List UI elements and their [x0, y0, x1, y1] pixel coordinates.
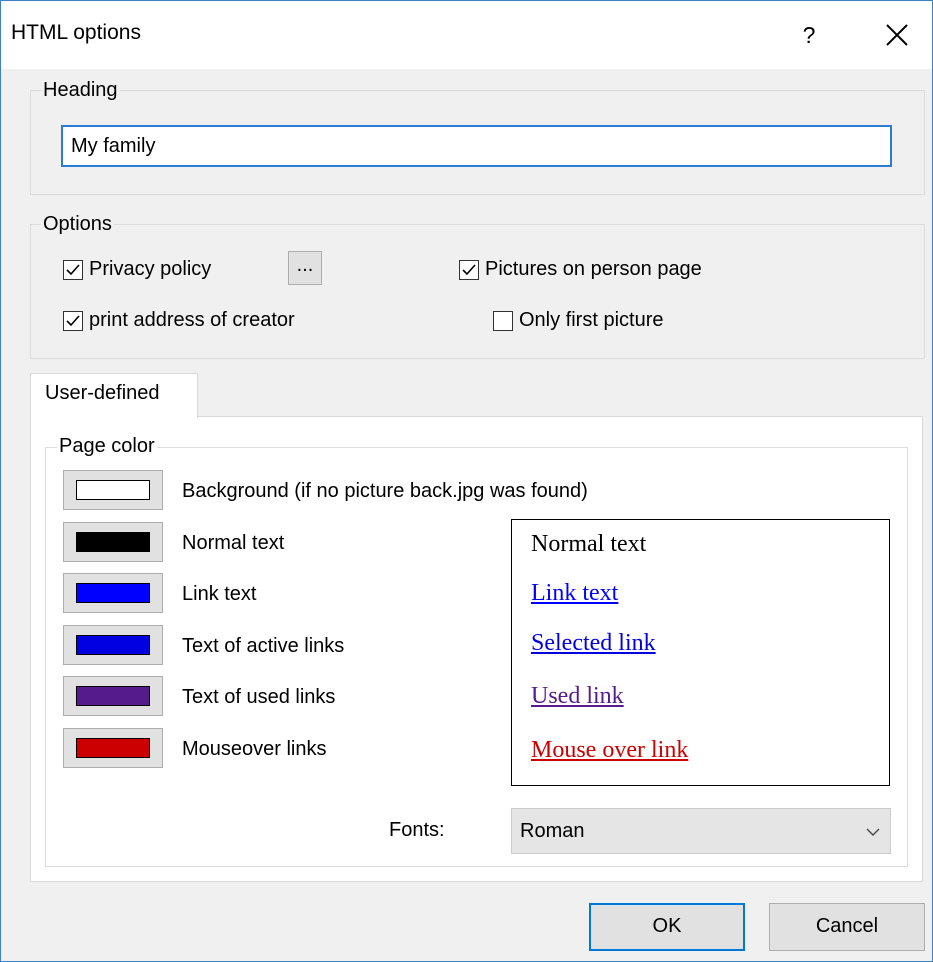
- mouseover-links-color-label: Mouseover links: [182, 738, 327, 760]
- active-links-color-button[interactable]: [63, 625, 163, 665]
- mouseover-links-color-button[interactable]: [63, 728, 163, 768]
- normal-text-color-button[interactable]: [63, 522, 163, 562]
- background-color-label: Background (if no picture back.jpg was f…: [182, 480, 588, 502]
- preview-mouseover-link: Mouse over link: [531, 737, 689, 763]
- preview-link-text: Link text: [531, 580, 619, 606]
- window-title: HTML options: [11, 21, 141, 44]
- checkbox-box: [63, 259, 83, 280]
- color-swatch: [76, 635, 150, 655]
- checkmark-icon: [66, 314, 80, 326]
- help-button[interactable]: ?: [794, 15, 824, 55]
- fonts-dropdown-value: Roman: [520, 820, 585, 842]
- background-color-button[interactable]: [63, 470, 163, 510]
- checkbox-box: [459, 259, 479, 280]
- title-bar: HTML options ?: [1, 1, 932, 69]
- privacy-policy-settings-button[interactable]: ...: [288, 251, 322, 285]
- fonts-dropdown[interactable]: Roman: [511, 808, 891, 854]
- preview-normal-text: Normal text: [531, 531, 647, 557]
- preview-selected-link: Selected link: [531, 630, 656, 656]
- print-address-checkbox[interactable]: print address of creator: [63, 309, 295, 332]
- chevron-down-icon: [866, 828, 880, 836]
- link-text-color-button[interactable]: [63, 573, 163, 613]
- color-swatch: [76, 532, 150, 552]
- page-color-group-label: Page color: [57, 435, 157, 458]
- checkmark-icon: [66, 263, 80, 275]
- only-first-picture-checkbox[interactable]: Only first picture: [493, 309, 663, 332]
- cancel-button[interactable]: Cancel: [769, 903, 925, 951]
- heading-input[interactable]: [61, 125, 892, 167]
- html-options-dialog: HTML options ? Heading Options Privacy p…: [0, 0, 933, 962]
- color-preview: Normal text Link text Selected link Used…: [511, 519, 890, 786]
- preview-used-link: Used link: [531, 683, 624, 709]
- color-swatch: [76, 686, 150, 706]
- options-group-label: Options: [41, 213, 114, 236]
- used-links-color-button[interactable]: [63, 676, 163, 716]
- heading-group-label: Heading: [41, 79, 120, 102]
- checkbox-box: [493, 310, 513, 331]
- print-address-label: print address of creator: [89, 309, 295, 331]
- tab-user-defined[interactable]: User-defined: [30, 373, 198, 418]
- only-first-picture-label: Only first picture: [519, 309, 664, 331]
- color-swatch: [76, 583, 150, 603]
- pictures-on-person-page-checkbox[interactable]: Pictures on person page: [459, 258, 702, 281]
- link-text-color-label: Link text: [182, 583, 257, 605]
- close-icon: [886, 24, 908, 46]
- checkbox-box: [63, 310, 83, 331]
- color-swatch: [76, 738, 150, 758]
- active-links-color-label: Text of active links: [182, 635, 345, 657]
- ok-button[interactable]: OK: [589, 903, 745, 951]
- normal-text-color-label: Normal text: [182, 532, 285, 554]
- pictures-on-person-page-label: Pictures on person page: [485, 258, 702, 280]
- close-button[interactable]: [877, 15, 917, 55]
- privacy-policy-label: Privacy policy: [89, 258, 212, 280]
- used-links-color-label: Text of used links: [182, 686, 336, 708]
- options-group: [30, 224, 925, 359]
- checkmark-icon: [462, 263, 476, 275]
- color-swatch: [76, 480, 150, 500]
- fonts-label: Fonts:: [389, 819, 445, 841]
- privacy-policy-checkbox[interactable]: Privacy policy: [63, 258, 211, 281]
